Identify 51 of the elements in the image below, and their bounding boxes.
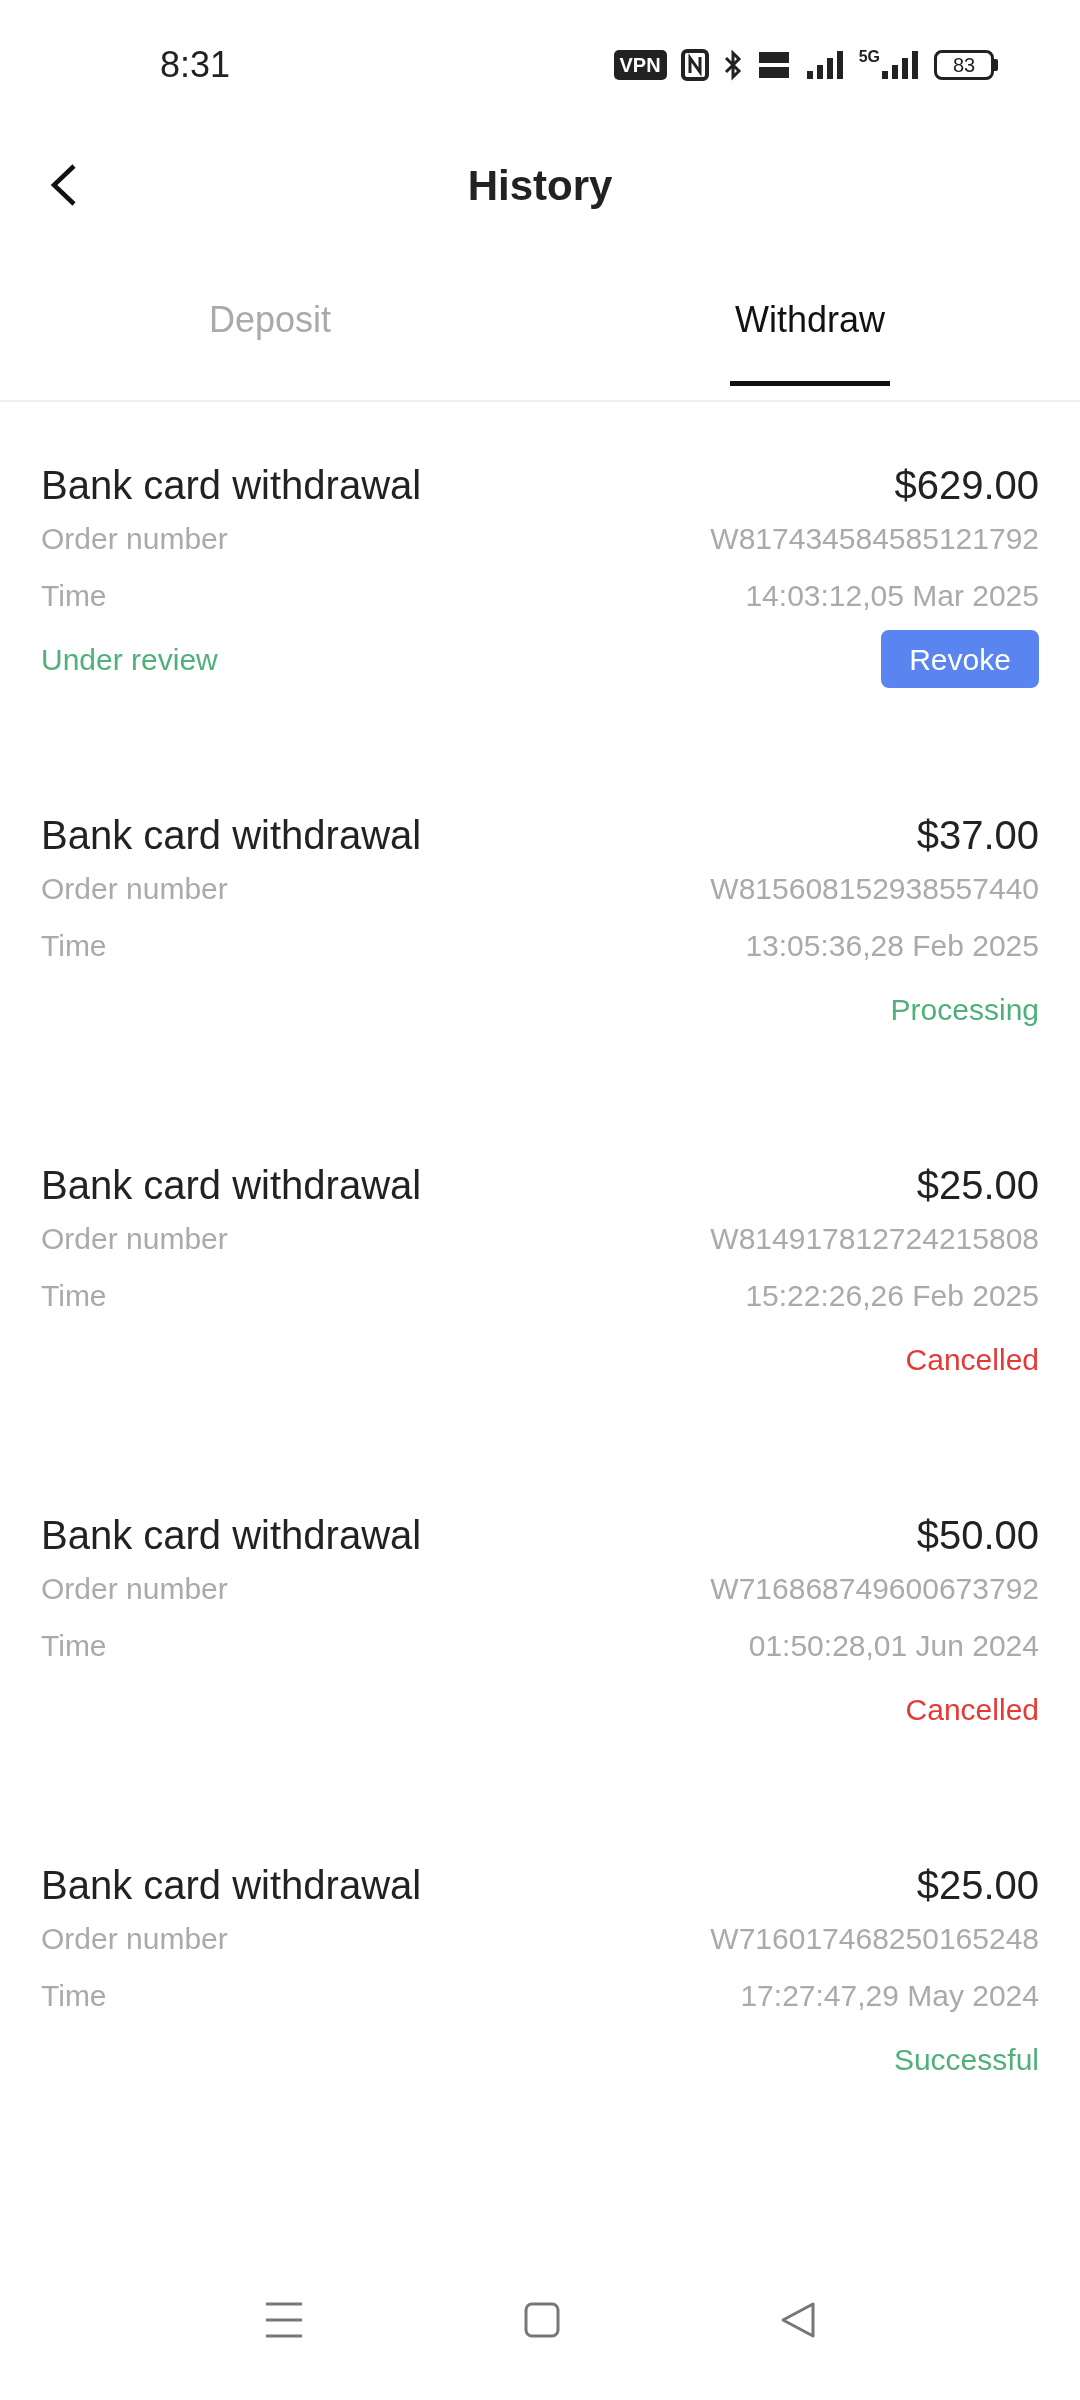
tab[interactable]: Deposit (0, 240, 540, 400)
time-label: Time (41, 1628, 107, 1664)
record-time: 13:05:36,28 Feb 2025 (745, 928, 1039, 964)
revoke-button[interactable]: Revoke (881, 630, 1039, 688)
status-label: Successful (893, 2041, 1039, 2078)
back-triangle-icon[interactable] (780, 2301, 816, 2339)
tab[interactable]: Withdraw (540, 240, 1080, 400)
status-label: Processing (890, 991, 1039, 1028)
record-title: Bank card withdrawal (41, 462, 422, 509)
time-label: Time (41, 928, 107, 964)
order-label: Order number (41, 871, 228, 907)
page-title: History (467, 160, 613, 211)
record-time: 01:50:28,01 Jun 2024 (748, 1628, 1039, 1664)
record-amount: $25.00 (916, 1862, 1039, 1909)
battery-tip-icon (994, 59, 998, 71)
order-number: W815608152938557440 (710, 871, 1039, 907)
status-label: Cancelled (905, 1691, 1039, 1728)
order-number: W817434584585121792 (710, 521, 1039, 557)
order-label: Order number (41, 1921, 228, 1957)
status-label: Under review (41, 641, 218, 678)
order-number: W814917812724215808 (710, 1221, 1039, 1257)
record-time: 17:27:47,29 May 2024 (740, 1978, 1039, 2014)
signal-icon (880, 49, 920, 81)
record-amount: $50.00 (916, 1512, 1039, 1559)
record-amount: $629.00 (894, 462, 1039, 509)
record-amount: $37.00 (916, 812, 1039, 859)
record-time: 14:03:12,05 Mar 2025 (745, 578, 1039, 614)
record-title: Bank card withdrawal (41, 1862, 422, 1909)
order-label: Order number (41, 1571, 228, 1607)
order-label: Order number (41, 1221, 228, 1257)
time-label: Time (41, 1278, 107, 1314)
bluetooth-icon (722, 49, 743, 81)
battery-level: 83 (934, 50, 994, 80)
clock-time: 8:31 (160, 43, 231, 87)
record-title: Bank card withdrawal (41, 1512, 422, 1559)
menu-icon[interactable] (264, 2301, 304, 2339)
record-time: 15:22:26,26 Feb 2025 (745, 1278, 1039, 1314)
network-label: 5G (858, 49, 880, 65)
nfc-icon (680, 49, 709, 81)
record-title: Bank card withdrawal (41, 1162, 422, 1209)
vpn-badge: VPN (613, 50, 667, 80)
order-label: Order number (41, 521, 228, 557)
time-label: Time (41, 578, 107, 614)
record-amount: $25.00 (916, 1162, 1039, 1209)
order-number: W716017468250165248 (710, 1921, 1039, 1957)
status-label: Cancelled (905, 1341, 1039, 1378)
order-number: W716868749600673792 (710, 1571, 1039, 1607)
time-label: Time (41, 1978, 107, 2014)
record-title: Bank card withdrawal (41, 812, 422, 859)
home-square-icon[interactable] (524, 2302, 560, 2338)
signal-icon (804, 49, 845, 81)
